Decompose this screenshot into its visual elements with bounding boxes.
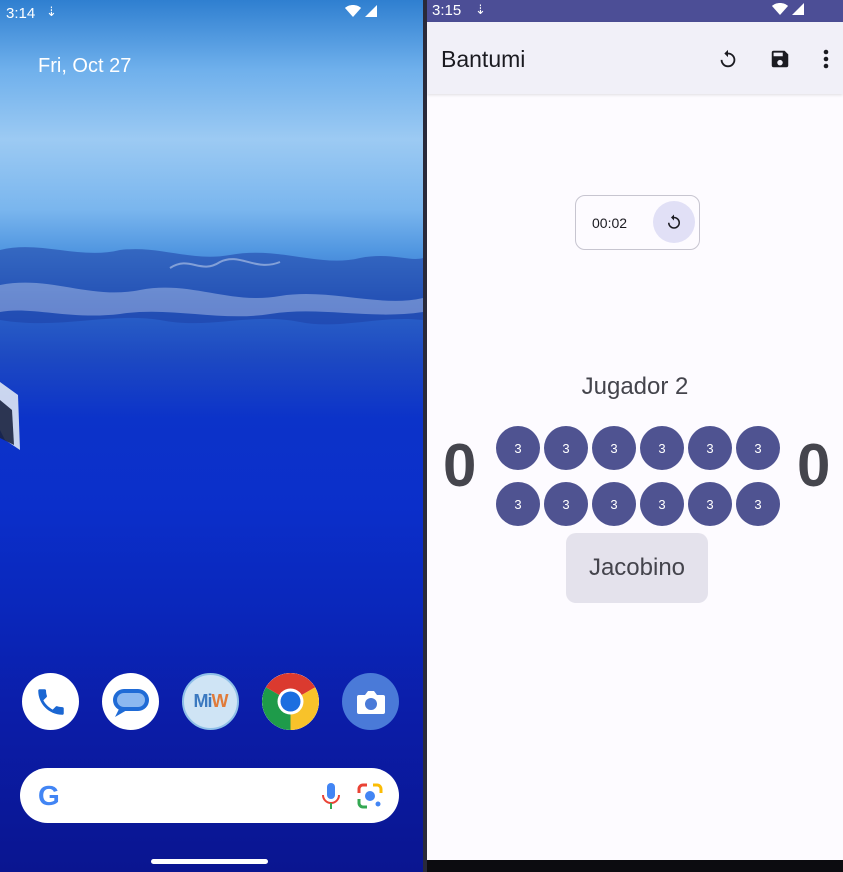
status-icons	[345, 5, 377, 17]
pit[interactable]: 3	[592, 482, 636, 526]
chrome-app-icon[interactable]	[262, 673, 319, 730]
reset-icon	[668, 214, 680, 229]
lens-icon[interactable]	[355, 781, 385, 811]
more-vert-icon	[823, 49, 829, 69]
pit[interactable]: 3	[640, 482, 684, 526]
player1-store: 0	[797, 432, 831, 499]
phone-app-icon[interactable]	[22, 673, 79, 730]
navigation-bar	[427, 860, 843, 872]
camera-icon	[356, 690, 385, 714]
wifi-icon	[772, 3, 788, 15]
messages-icon	[112, 688, 149, 717]
status-time: 3:14	[6, 5, 36, 22]
pit[interactable]: 3	[496, 482, 540, 526]
app-title: Bantumi	[441, 46, 526, 72]
pit[interactable]: 3	[496, 426, 540, 470]
pit[interactable]: 3	[592, 426, 636, 470]
pit[interactable]: 3	[544, 482, 588, 526]
more-options-button[interactable]	[813, 46, 839, 72]
camera-app-icon[interactable]	[342, 673, 399, 730]
bantumi-app: 3:15 ⇣ Bantumi 00:02 Jugador 2 0 0 3 3 3…	[427, 0, 843, 872]
pit[interactable]: 3	[688, 426, 732, 470]
save-icon	[771, 50, 789, 68]
save-button[interactable]	[767, 46, 793, 72]
miw-logo: MiW	[193, 691, 229, 711]
app-dock: MiW	[22, 673, 399, 730]
status-bar: 3:15 ⇣	[427, 0, 843, 22]
restart-icon	[720, 49, 736, 68]
timer-value: 00:02	[592, 215, 628, 231]
phone-icon	[37, 688, 64, 715]
miw-app-icon[interactable]: MiW	[182, 673, 239, 730]
download-icon: ⇣	[475, 2, 486, 17]
player1-pits: 3 3 3 3 3 3	[496, 482, 780, 526]
download-icon: ⇣	[46, 4, 57, 19]
player2-name: Jugador 2	[581, 373, 689, 400]
player1-name-button[interactable]: Jacobino	[566, 533, 708, 603]
google-logo: G	[38, 779, 60, 811]
google-search-bar[interactable]: G	[20, 768, 399, 823]
status-bar: 3:14 ⇣	[0, 0, 423, 26]
restart-button[interactable]	[715, 46, 741, 72]
timer-reset-button[interactable]	[653, 201, 695, 243]
status-icons	[772, 3, 804, 15]
gesture-bar[interactable]	[151, 859, 268, 864]
player2-store: 0	[443, 432, 477, 499]
messages-app-icon[interactable]	[102, 673, 159, 730]
wallpaper	[0, 247, 423, 450]
game-timer: 00:02	[575, 195, 700, 250]
home-date[interactable]: Fri, Oct 27	[38, 55, 131, 78]
chrome-icon	[262, 673, 319, 730]
signal-icon	[792, 3, 804, 15]
pit[interactable]: 3	[688, 482, 732, 526]
pit[interactable]: 3	[736, 426, 780, 470]
signal-icon	[365, 5, 377, 17]
wifi-icon	[345, 5, 361, 17]
player2-pits: 3 3 3 3 3 3	[496, 426, 780, 470]
status-time: 3:15	[432, 2, 462, 19]
home-screen: 3:14 ⇣ Fri, Oct 27 MiW G	[0, 0, 423, 872]
mic-icon[interactable]	[321, 782, 341, 810]
pit[interactable]: 3	[736, 482, 780, 526]
app-bar: Bantumi	[427, 22, 843, 94]
pit[interactable]: 3	[640, 426, 684, 470]
pit[interactable]: 3	[544, 426, 588, 470]
